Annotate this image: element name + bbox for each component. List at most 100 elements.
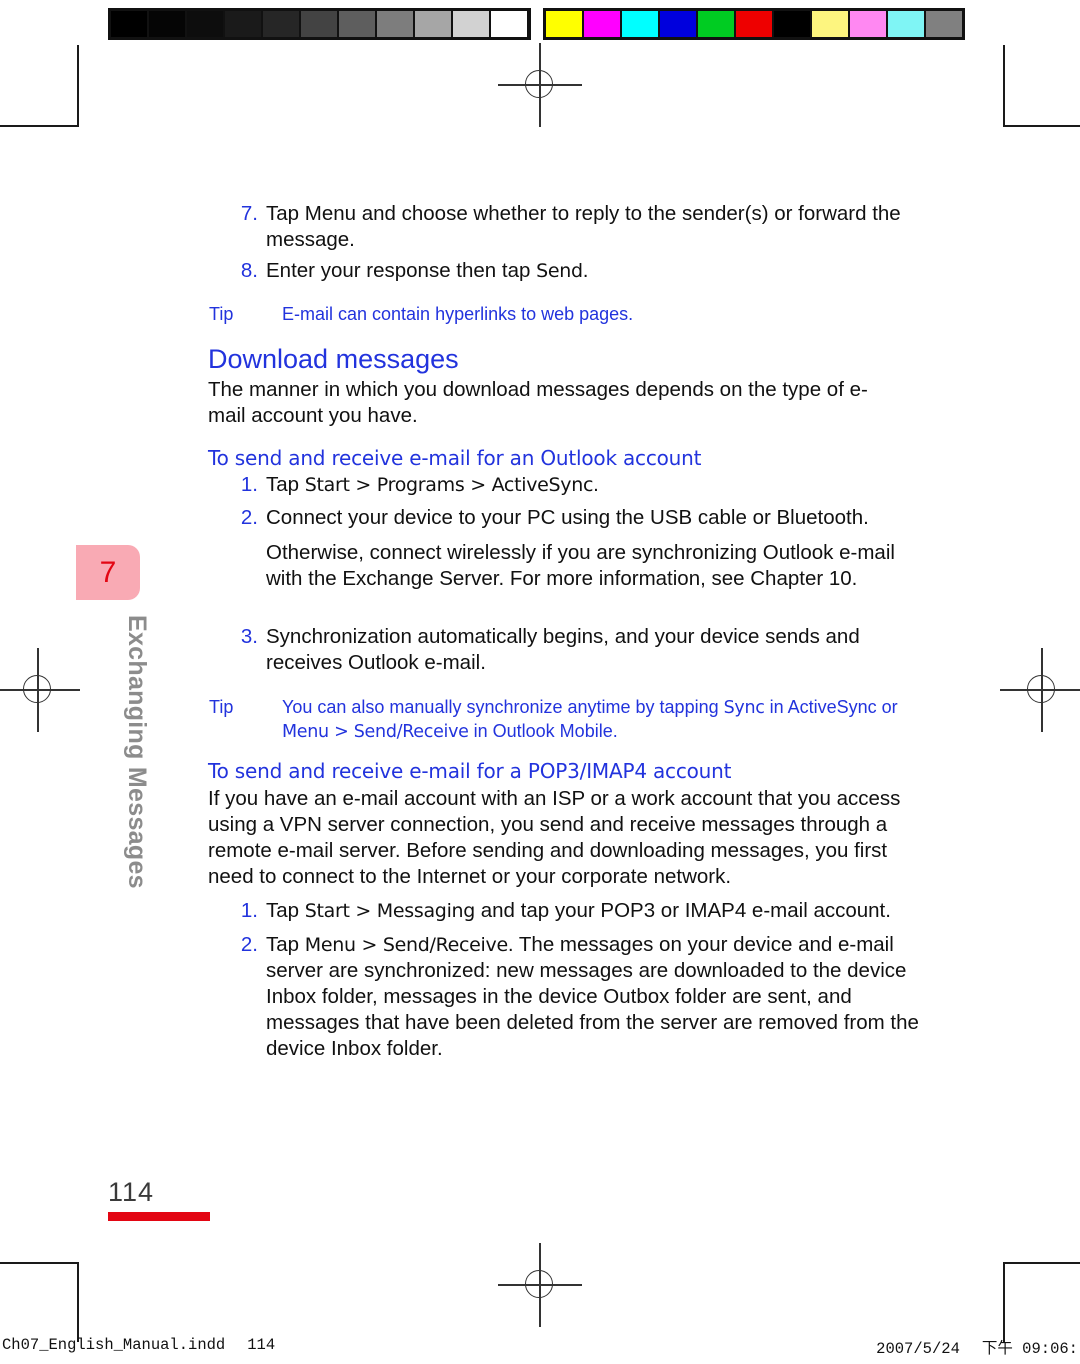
- color-swatch-10: [926, 11, 962, 37]
- tip-text-part-4: in Outlook Mobile.: [468, 721, 618, 741]
- footer-time: 下午 09:06:: [981, 1340, 1078, 1358]
- registration-mark-right: [1000, 648, 1080, 732]
- page-number: 114: [108, 1177, 155, 1207]
- step-text-after: .: [593, 473, 599, 496]
- step-text-after: and tap your POP3 or IMAP4 e-mail accoun…: [475, 899, 891, 922]
- step-text-before: Tap: [266, 933, 305, 956]
- grayscale-swatch-1: [149, 11, 185, 37]
- pop3-intro-paragraph: If you have an e-mail account with an IS…: [208, 787, 901, 888]
- registration-mark-bottom: [498, 1243, 582, 1327]
- color-swatch-0: [546, 11, 582, 37]
- tip-label: Tip: [209, 697, 234, 717]
- color-swatch-7: [812, 11, 848, 37]
- step-text: Tap Start > Programs > ActiveSync.: [266, 472, 906, 498]
- ui-separator: >: [464, 474, 492, 496]
- grayscale-bar: [108, 8, 531, 40]
- ui-separator: >: [349, 900, 377, 922]
- list-item-outlook-step-1: 1. Tap Start > Programs > ActiveSync.: [230, 472, 910, 498]
- footer-page: 114: [247, 1336, 276, 1354]
- chapter-tab: 7: [76, 545, 140, 600]
- ui-term-sync: Sync: [723, 698, 765, 718]
- color-swatch-8: [850, 11, 886, 37]
- color-swatch-9: [888, 11, 924, 37]
- tip-block-1: Tip E-mail can contain hyperlinks to web…: [209, 303, 909, 326]
- crop-mark-bottom-left-vertical: [77, 1262, 79, 1342]
- tip-label: Tip: [209, 304, 234, 324]
- grayscale-swatch-10: [491, 11, 527, 37]
- footer-date: 2007/5/24: [876, 1340, 960, 1358]
- registration-mark-left: [0, 648, 80, 732]
- step-text-after: .: [582, 259, 589, 282]
- crop-mark-bottom-right-vertical: [1003, 1262, 1005, 1342]
- tip-text-part-2: in ActiveSync or: [764, 697, 898, 717]
- ui-term-send: Send: [536, 260, 583, 282]
- page-number-block: 114: [108, 1176, 210, 1221]
- ui-term-start: Start: [304, 474, 350, 496]
- crop-mark-top-right-vertical: [1003, 45, 1005, 127]
- tip-block-2: Tip You can also manually synchronize an…: [209, 696, 929, 744]
- step-marker: 7.: [240, 202, 258, 225]
- step-marker: 1.: [240, 473, 258, 496]
- grayscale-swatch-0: [111, 11, 147, 37]
- step-text: Tap Menu and choose whether to reply to …: [266, 202, 901, 251]
- section-intro-paragraph: The manner in which you download message…: [208, 378, 868, 427]
- tip-text: You can also manually synchronize anytim…: [282, 696, 927, 744]
- step-text-before: Tap: [266, 473, 305, 496]
- registration-mark-top: [498, 43, 582, 127]
- grayscale-swatch-9: [453, 11, 489, 37]
- list-item-step-8: 8. Enter your response then tap Send.: [230, 258, 910, 284]
- grayscale-swatch-8: [415, 11, 451, 37]
- step-marker: 8.: [240, 259, 258, 282]
- grayscale-swatch-4: [263, 11, 299, 37]
- step-text: Connect your device to your PC using the…: [266, 506, 869, 529]
- grayscale-swatch-5: [301, 11, 337, 37]
- crop-mark-top-left-vertical: [77, 45, 79, 127]
- footer-filename: Ch07_English_Manual.indd: [2, 1336, 226, 1354]
- chapter-label: Exchanging Messages: [76, 615, 151, 925]
- ui-separator: >: [355, 934, 383, 956]
- step-text-before: Tap: [266, 899, 305, 922]
- ui-term-send-receive: Send/Receive: [353, 722, 469, 742]
- ui-term-menu: Menu: [282, 722, 329, 742]
- subsection-title-pop3: To send and receive e-mail for a POP3/IM…: [208, 759, 732, 783]
- ui-term-programs: Programs: [376, 474, 465, 496]
- print-calibration-bars: [108, 8, 965, 40]
- chapter-label-text: Exchanging Messages: [123, 615, 151, 889]
- crop-mark-top-left-horizontal: [0, 125, 79, 127]
- step-marker: 3.: [240, 625, 258, 648]
- step-text: Tap Start > Messaging and tap your POP3 …: [266, 898, 926, 924]
- color-swatch-2: [622, 11, 658, 37]
- list-item-outlook-step-3: 3. Synchronization automatically begins,…: [230, 624, 910, 676]
- color-bar: [543, 8, 965, 40]
- ui-separator: >: [328, 722, 354, 742]
- grayscale-swatch-3: [225, 11, 261, 37]
- ui-term-activesync: ActiveSync: [491, 474, 594, 496]
- crop-mark-top-right-horizontal: [1003, 125, 1080, 127]
- footer-left: Ch07_English_Manual.indd 114: [2, 1336, 275, 1354]
- page-accent-bar: [108, 1212, 210, 1221]
- color-swatch-3: [660, 11, 696, 37]
- ui-term-menu: Menu: [304, 934, 356, 956]
- step-marker: 2.: [240, 933, 258, 956]
- footer-right: 2007/5/24 下午 09:06:: [876, 1336, 1078, 1358]
- ui-term-send-receive: Send/Receive: [382, 934, 508, 956]
- step-text-before: Enter your response then tap: [266, 259, 537, 282]
- list-item-pop3-step-2: 2. Tap Menu > Send/Receive. The messages…: [230, 932, 930, 1062]
- list-item-step-7: 7. Tap Menu and choose whether to reply …: [230, 201, 910, 253]
- color-swatch-1: [584, 11, 620, 37]
- grayscale-swatch-7: [377, 11, 413, 37]
- color-swatch-4: [698, 11, 734, 37]
- crop-mark-bottom-right-horizontal: [1003, 1262, 1080, 1264]
- step-marker: 2.: [240, 506, 258, 529]
- step-text: Tap Menu > Send/Receive. The messages on…: [266, 932, 926, 1062]
- list-item-outlook-step-2: 2. Connect your device to your PC using …: [230, 505, 920, 531]
- color-swatch-6: [774, 11, 810, 37]
- page-title: Download messages: [208, 344, 459, 374]
- outlook-step-2-continuation: Otherwise, connect wirelessly if you are…: [266, 541, 895, 590]
- ui-term-start: Start: [304, 900, 350, 922]
- subsection-title-outlook: To send and receive e-mail for an Outloo…: [208, 446, 702, 470]
- crop-mark-bottom-left-horizontal: [0, 1262, 79, 1264]
- grayscale-swatch-6: [339, 11, 375, 37]
- step-text: Enter your response then tap Send.: [266, 258, 906, 284]
- ui-term-messaging: Messaging: [376, 900, 476, 922]
